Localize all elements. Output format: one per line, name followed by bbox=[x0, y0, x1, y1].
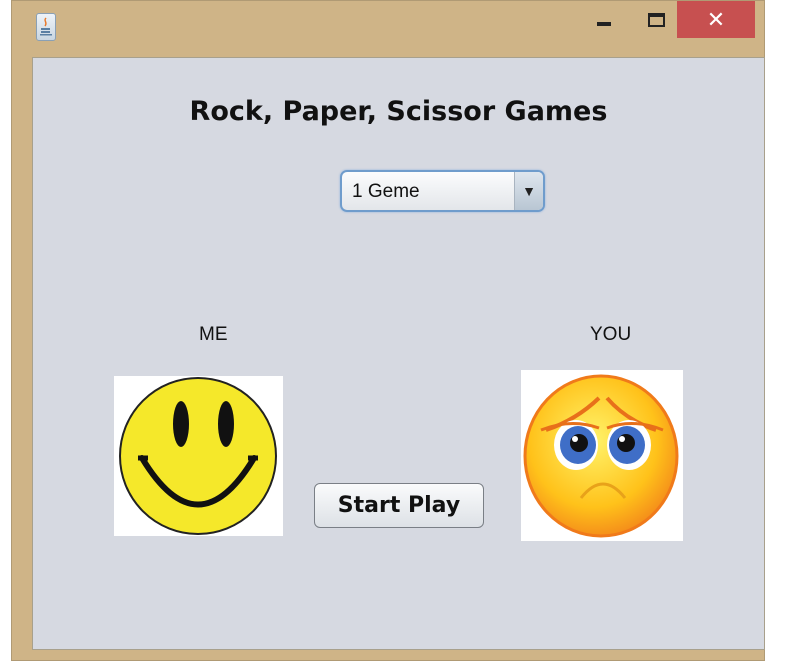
maximize-icon[interactable] bbox=[648, 13, 665, 27]
happy-face-icon bbox=[114, 376, 283, 536]
content-panel: Rock, Paper, Scissor Games 1 Geme ▼ ME Y… bbox=[32, 57, 765, 650]
minimize-icon[interactable] bbox=[597, 22, 611, 26]
game-count-select[interactable]: 1 Geme ▼ bbox=[340, 170, 545, 212]
me-label: ME bbox=[199, 324, 228, 345]
chevron-down-icon[interactable]: ▼ bbox=[514, 172, 543, 210]
sad-face-icon bbox=[521, 370, 683, 541]
application-window: ✕ Rock, Paper, Scissor Games 1 Geme ▼ ME… bbox=[11, 0, 765, 661]
game-count-value: 1 Geme bbox=[352, 181, 420, 202]
java-coffee-icon[interactable] bbox=[36, 13, 56, 41]
close-icon: ✕ bbox=[706, 6, 726, 32]
close-button[interactable]: ✕ bbox=[677, 1, 755, 38]
you-label: YOU bbox=[590, 324, 632, 345]
page-title: Rock, Paper, Scissor Games bbox=[189, 96, 608, 127]
start-play-button[interactable]: Start Play bbox=[314, 483, 484, 528]
